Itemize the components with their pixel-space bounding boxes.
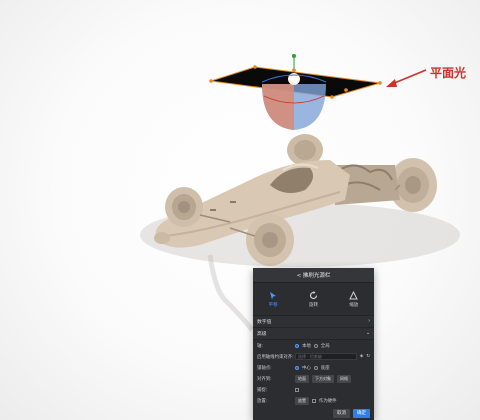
pivot-base-radio[interactable] (313, 365, 318, 370)
pivot-center-label: 中心 (302, 365, 311, 371)
row-snap: 捕捉: (253, 384, 374, 395)
panel-title: < 拂刷光源栏 (296, 273, 331, 279)
pivot-label: 锁轴点: (257, 365, 272, 371)
row-pivot: 锁轴点: 中心 底座 (253, 362, 374, 373)
pivot-base-label: 底座 (320, 365, 330, 371)
panel-footer: 取消 确定 (253, 406, 374, 420)
axis-label: 轴: (257, 343, 263, 349)
annotation-arrow (386, 69, 427, 87)
plane-light-gizmo[interactable] (209, 54, 382, 130)
chevron-down-icon: ⌄ (365, 331, 370, 336)
ok-button[interactable]: 确定 (353, 408, 370, 418)
constraint-label: 启用轴线约束对齐: (257, 354, 294, 360)
move-icon (269, 291, 278, 300)
3d-viewport[interactable] (0, 0, 480, 420)
tab-scale-label: 缩放 (349, 302, 359, 308)
tab-rotate[interactable]: 旋转 (293, 283, 333, 315)
target-icon[interactable]: ◈ (360, 354, 363, 359)
tab-scale[interactable]: 缩放 (334, 283, 374, 315)
section-numeric-label: 数字值 (257, 320, 272, 325)
snap-checkbox[interactable] (295, 387, 299, 392)
section-numeric[interactable]: 数字值 › (253, 316, 374, 328)
row-place: 放置: 放置 作为硬件 (253, 395, 374, 406)
axis-local-label: 本地 (302, 343, 311, 349)
transform-panel: < 拂刷光源栏 平移 旋转 缩放 数字值 › 高级 ⌄ 轴: 本地 全局 启用轴… (253, 268, 374, 420)
align-below-button[interactable]: 下方对象 (312, 374, 334, 383)
axis-global-radio[interactable] (313, 343, 318, 348)
row-axis: 轴: 本地 全局 (253, 340, 374, 351)
plane-light-label: 平面光 (430, 66, 467, 80)
section-advanced-label: 高级 (257, 332, 267, 337)
place-label: 放置: (257, 398, 268, 404)
as-hardware-checkbox[interactable] (312, 398, 316, 403)
panel-header[interactable]: < 拂刷光源栏 (253, 268, 374, 283)
row-align: 对齐到: 地面 下方对象 网格 (253, 373, 374, 384)
pivot-center-radio[interactable] (295, 365, 299, 370)
tab-move-label: 平移 (268, 302, 278, 308)
place-button[interactable]: 放置 (295, 396, 309, 405)
scale-icon (349, 290, 359, 300)
row-constraint: 启用轴线约束对齐: 选择 · 约束轴 ◈ ↻ (253, 351, 374, 362)
tab-rotate-label: 旋转 (308, 302, 318, 308)
section-advanced[interactable]: 高级 ⌄ (253, 328, 374, 340)
as-hardware-label: 作为硬件 (319, 398, 337, 404)
align-ground-button[interactable]: 地面 (295, 374, 309, 383)
snap-label: 捕捉: (257, 387, 268, 393)
cancel-button[interactable]: 取消 (333, 408, 350, 418)
constraint-input[interactable]: 选择 · 约束轴 (295, 353, 357, 360)
tab-move[interactable]: 平移 (253, 283, 293, 315)
reset-icon[interactable]: ↻ (366, 354, 370, 359)
axis-local-radio[interactable] (295, 343, 299, 348)
transform-tabs: 平移 旋转 缩放 (253, 283, 374, 316)
rotate-icon (309, 290, 318, 300)
axis-global-label: 全局 (320, 343, 330, 349)
chevron-right-icon: › (368, 319, 370, 324)
align-label: 对齐到: (257, 376, 272, 382)
align-grid-button[interactable]: 网格 (337, 374, 351, 383)
